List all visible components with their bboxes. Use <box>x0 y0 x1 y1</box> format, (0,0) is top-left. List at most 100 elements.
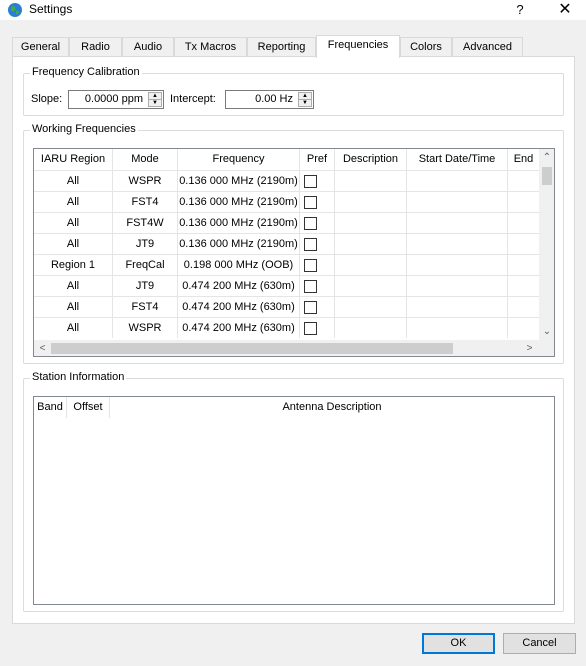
cell-iaru-region[interactable]: All <box>34 276 113 296</box>
pref-checkbox[interactable] <box>304 175 317 188</box>
cell-description[interactable] <box>335 318 407 338</box>
pref-checkbox[interactable] <box>304 322 317 335</box>
column-header-pref[interactable]: Pref <box>300 149 335 170</box>
cell-mode[interactable]: JT9 <box>113 234 178 254</box>
cell-start-date[interactable] <box>407 213 508 233</box>
up-arrow-icon[interactable]: ▲ <box>299 93 311 100</box>
cell-iaru-region[interactable]: All <box>34 318 113 338</box>
cell-frequency[interactable]: 0.198 000 MHz (OOB) <box>178 255 300 275</box>
table-row[interactable]: All FST4 0.474 200 MHz (630m) <box>34 296 539 317</box>
cell-description[interactable] <box>335 297 407 317</box>
slope-spinbox[interactable]: 0.0000 ppm ▲ ▼ <box>68 90 164 109</box>
intercept-spinbox[interactable]: 0.00 Hz ▲ ▼ <box>225 90 314 109</box>
cell-end[interactable] <box>508 255 539 275</box>
cell-iaru-region[interactable]: All <box>34 192 113 212</box>
cell-description[interactable] <box>335 276 407 296</box>
tab-audio[interactable]: Audio <box>122 37 174 57</box>
tab-radio[interactable]: Radio <box>69 37 122 57</box>
cell-iaru-region[interactable]: Region 1 <box>34 255 113 275</box>
table-row[interactable]: All JT9 0.474 200 MHz (630m) <box>34 275 539 296</box>
column-header-offset[interactable]: Offset <box>67 397 110 418</box>
cell-frequency[interactable]: 0.136 000 MHz (2190m) <box>178 213 300 233</box>
cell-frequency[interactable]: 0.474 200 MHz (630m) <box>178 318 300 338</box>
down-arrow-icon[interactable]: ▼ <box>149 100 161 107</box>
cell-mode[interactable]: JT9 <box>113 276 178 296</box>
cell-pref[interactable] <box>300 276 335 296</box>
column-header-mode[interactable]: Mode <box>113 149 178 170</box>
cell-end[interactable] <box>508 234 539 254</box>
cell-pref[interactable] <box>300 234 335 254</box>
cell-frequency[interactable]: 0.474 200 MHz (630m) <box>178 297 300 317</box>
column-header-description[interactable]: Description <box>335 149 407 170</box>
column-header-end[interactable]: End <box>508 149 539 170</box>
tab-general[interactable]: General <box>12 37 69 57</box>
cell-start-date[interactable] <box>407 255 508 275</box>
working-frequencies-table[interactable]: IARU Region Mode ⌃ Frequency Pref Descri… <box>33 148 555 357</box>
cell-iaru-region[interactable]: All <box>34 297 113 317</box>
column-header-iaru-region[interactable]: IARU Region <box>34 149 113 170</box>
cell-end[interactable] <box>508 192 539 212</box>
ok-button[interactable]: OK <box>422 633 495 654</box>
cell-frequency[interactable]: 0.136 000 MHz (2190m) <box>178 171 300 191</box>
table-row[interactable]: All WSPR 0.474 200 MHz (630m) <box>34 317 539 338</box>
cell-iaru-region[interactable]: All <box>34 213 113 233</box>
help-button[interactable]: ? <box>505 0 535 21</box>
pref-checkbox[interactable] <box>304 196 317 209</box>
tab-tx-macros[interactable]: Tx Macros <box>174 37 247 57</box>
pref-checkbox[interactable] <box>304 301 317 314</box>
scroll-up-icon[interactable]: ⌃ <box>539 149 554 166</box>
tab-colors[interactable]: Colors <box>400 37 452 57</box>
cell-start-date[interactable] <box>407 171 508 191</box>
pref-checkbox[interactable] <box>304 238 317 251</box>
column-header-antenna-description[interactable]: Antenna Description <box>110 397 554 418</box>
table-row[interactable]: All WSPR 0.136 000 MHz (2190m) <box>34 170 539 191</box>
horizontal-scroll-thumb[interactable] <box>51 343 453 354</box>
cell-pref[interactable] <box>300 255 335 275</box>
cell-end[interactable] <box>508 297 539 317</box>
up-arrow-icon[interactable]: ▲ <box>149 93 161 100</box>
cell-iaru-region[interactable]: All <box>34 171 113 191</box>
cell-mode[interactable]: WSPR <box>113 318 178 338</box>
column-header-frequency[interactable]: ⌃ Frequency <box>178 149 300 170</box>
cell-start-date[interactable] <box>407 192 508 212</box>
cell-frequency[interactable]: 0.136 000 MHz (2190m) <box>178 234 300 254</box>
cell-mode[interactable]: FST4 <box>113 192 178 212</box>
cell-mode[interactable]: FST4W <box>113 213 178 233</box>
cell-end[interactable] <box>508 171 539 191</box>
slope-stepper[interactable]: ▲ ▼ <box>148 92 162 107</box>
cell-description[interactable] <box>335 171 407 191</box>
cell-end[interactable] <box>508 318 539 338</box>
cell-start-date[interactable] <box>407 318 508 338</box>
tab-frequencies[interactable]: Frequencies <box>316 35 400 58</box>
down-arrow-icon[interactable]: ▼ <box>299 100 311 107</box>
cell-description[interactable] <box>335 192 407 212</box>
cell-mode[interactable]: FST4 <box>113 297 178 317</box>
cell-iaru-region[interactable]: All <box>34 234 113 254</box>
cell-pref[interactable] <box>300 213 335 233</box>
close-button[interactable]: ✕ <box>548 0 582 21</box>
horizontal-scrollbar[interactable]: < > <box>34 340 539 356</box>
table-row[interactable]: All FST4W 0.136 000 MHz (2190m) <box>34 212 539 233</box>
cell-frequency[interactable]: 0.136 000 MHz (2190m) <box>178 192 300 212</box>
column-header-start-date[interactable]: Start Date/Time <box>407 149 508 170</box>
cell-mode[interactable]: FreqCal <box>113 255 178 275</box>
vertical-scrollbar[interactable]: ⌃ ⌄ <box>539 149 554 340</box>
cell-pref[interactable] <box>300 171 335 191</box>
cell-end[interactable] <box>508 276 539 296</box>
column-header-band[interactable]: ⌃ Band <box>34 397 67 418</box>
cell-mode[interactable]: WSPR <box>113 171 178 191</box>
cell-description[interactable] <box>335 234 407 254</box>
vertical-scroll-thumb[interactable] <box>542 167 552 185</box>
intercept-stepper[interactable]: ▲ ▼ <box>298 92 312 107</box>
cell-start-date[interactable] <box>407 297 508 317</box>
tab-reporting[interactable]: Reporting <box>247 37 316 57</box>
pref-checkbox[interactable] <box>304 217 317 230</box>
cell-pref[interactable] <box>300 318 335 338</box>
station-information-table[interactable]: ⌃ Band Offset Antenna Description <box>33 396 555 605</box>
scroll-right-icon[interactable]: > <box>521 340 538 356</box>
cell-description[interactable] <box>335 213 407 233</box>
cell-frequency[interactable]: 0.474 200 MHz (630m) <box>178 276 300 296</box>
table-row[interactable]: All FST4 0.136 000 MHz (2190m) <box>34 191 539 212</box>
table-row[interactable]: All JT9 0.136 000 MHz (2190m) <box>34 233 539 254</box>
table-row[interactable]: Region 1 FreqCal 0.198 000 MHz (OOB) <box>34 254 539 275</box>
